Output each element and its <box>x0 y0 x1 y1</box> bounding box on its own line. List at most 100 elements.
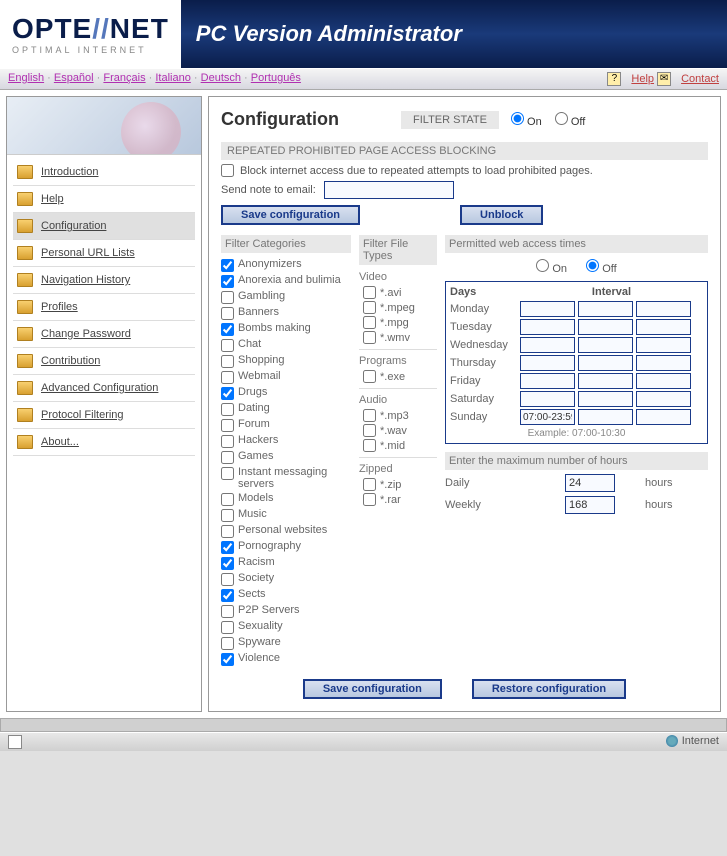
category-checkbox[interactable] <box>221 355 234 368</box>
time-interval-input[interactable] <box>636 373 691 389</box>
time-interval-input[interactable] <box>520 319 575 335</box>
category-checkbox[interactable] <box>221 419 234 432</box>
lang-português[interactable]: Português <box>251 72 301 84</box>
time-interval-input[interactable] <box>520 409 575 425</box>
nav-configuration[interactable]: Configuration <box>13 213 195 240</box>
category-checkbox[interactable] <box>221 541 234 554</box>
nav-navigation-history[interactable]: Navigation History <box>13 267 195 294</box>
filetype-rar: *.rar <box>359 492 437 507</box>
folder-icon <box>17 381 33 395</box>
time-interval-input[interactable] <box>520 355 575 371</box>
category-checkbox[interactable] <box>221 451 234 464</box>
time-interval-input[interactable] <box>520 391 575 407</box>
save-config-button-bottom[interactable]: Save configuration <box>303 679 442 699</box>
category-checkbox[interactable] <box>221 621 234 634</box>
category-checkbox[interactable] <box>221 467 234 480</box>
nav-help[interactable]: Help <box>13 186 195 213</box>
filetype-checkbox[interactable] <box>363 424 376 437</box>
filter-on[interactable]: On <box>511 116 542 128</box>
time-interval-input[interactable] <box>636 337 691 353</box>
contact-link[interactable]: Contact <box>681 73 719 85</box>
time-interval-input[interactable] <box>578 319 633 335</box>
time-interval-input[interactable] <box>578 301 633 317</box>
email-input[interactable] <box>324 181 454 199</box>
category-checkbox[interactable] <box>221 259 234 272</box>
filetype-checkbox[interactable] <box>363 478 376 491</box>
unblock-button[interactable]: Unblock <box>460 205 543 225</box>
filetype-checkbox[interactable] <box>363 493 376 506</box>
time-interval-input[interactable] <box>520 373 575 389</box>
time-interval-input[interactable] <box>578 337 633 353</box>
filter-off[interactable]: Off <box>555 116 586 128</box>
category-checkbox[interactable] <box>221 323 234 336</box>
lang-español[interactable]: Español <box>54 72 94 84</box>
times-column: Permitted web access times On Off Days I… <box>445 235 708 667</box>
filetype-checkbox[interactable] <box>363 286 376 299</box>
category-checkbox[interactable] <box>221 275 234 288</box>
filter-on-radio[interactable] <box>511 112 524 125</box>
nav-protocol-filtering[interactable]: Protocol Filtering <box>13 402 195 429</box>
time-interval-input[interactable] <box>636 301 691 317</box>
filetype-checkbox[interactable] <box>363 316 376 329</box>
time-interval-input[interactable] <box>520 301 575 317</box>
filetype-checkbox[interactable] <box>363 370 376 383</box>
times-off[interactable]: Off <box>586 263 617 275</box>
time-row-thursday: Thursday <box>450 355 703 371</box>
lang-français[interactable]: Français <box>103 72 145 84</box>
time-interval-input[interactable] <box>636 319 691 335</box>
lang-deutsch[interactable]: Deutsch <box>201 72 241 84</box>
time-interval-input[interactable] <box>578 409 633 425</box>
filter-off-radio[interactable] <box>555 112 568 125</box>
folder-icon <box>17 219 33 233</box>
category-checkbox[interactable] <box>221 557 234 570</box>
filetype-checkbox[interactable] <box>363 301 376 314</box>
nav-advanced-configuration[interactable]: Advanced Configuration <box>13 375 195 402</box>
time-interval-input[interactable] <box>578 391 633 407</box>
times-on[interactable]: On <box>536 263 567 275</box>
time-interval-input[interactable] <box>636 355 691 371</box>
category-checkbox[interactable] <box>221 653 234 666</box>
nav-about-[interactable]: About... <box>13 429 195 456</box>
time-interval-input[interactable] <box>636 409 691 425</box>
category-checkbox[interactable] <box>221 387 234 400</box>
daily-input[interactable] <box>565 474 615 492</box>
category-checkbox[interactable] <box>221 525 234 538</box>
filetype-checkbox[interactable] <box>363 331 376 344</box>
category-checkbox[interactable] <box>221 403 234 416</box>
restore-config-button[interactable]: Restore configuration <box>472 679 626 699</box>
category-checkbox[interactable] <box>221 589 234 602</box>
category-checkbox[interactable] <box>221 509 234 522</box>
time-interval-input[interactable] <box>578 355 633 371</box>
nav-profiles[interactable]: Profiles <box>13 294 195 321</box>
category-checkbox[interactable] <box>221 637 234 650</box>
category-checkbox[interactable] <box>221 307 234 320</box>
help-link[interactable]: Help <box>631 73 654 85</box>
category-checkbox[interactable] <box>221 291 234 304</box>
horizontal-scrollbar[interactable] <box>0 718 727 732</box>
nav-introduction[interactable]: Introduction <box>13 159 195 186</box>
nav-contribution[interactable]: Contribution <box>13 348 195 375</box>
category-checkbox[interactable] <box>221 371 234 384</box>
category-checkbox[interactable] <box>221 435 234 448</box>
time-interval-input[interactable] <box>578 373 633 389</box>
times-on-radio[interactable] <box>536 259 549 272</box>
category-checkbox[interactable] <box>221 573 234 586</box>
category-checkbox[interactable] <box>221 493 234 506</box>
save-config-button[interactable]: Save configuration <box>221 205 360 225</box>
block-access-checkbox[interactable] <box>221 164 234 177</box>
lang-italiano[interactable]: Italiano <box>155 72 190 84</box>
weekly-hours-row: Weekly hours <box>445 496 708 514</box>
nav-change-password[interactable]: Change Password <box>13 321 195 348</box>
category-label: Spyware <box>238 636 281 648</box>
category-checkbox[interactable] <box>221 605 234 618</box>
nav-personal-url-lists[interactable]: Personal URL Lists <box>13 240 195 267</box>
lang-english[interactable]: English <box>8 72 44 84</box>
time-interval-input[interactable] <box>636 391 691 407</box>
weekly-input[interactable] <box>565 496 615 514</box>
times-off-radio[interactable] <box>586 259 599 272</box>
time-interval-input[interactable] <box>520 337 575 353</box>
filetype-checkbox[interactable] <box>363 409 376 422</box>
help-icon: ? <box>607 72 621 86</box>
category-checkbox[interactable] <box>221 339 234 352</box>
filetype-checkbox[interactable] <box>363 439 376 452</box>
